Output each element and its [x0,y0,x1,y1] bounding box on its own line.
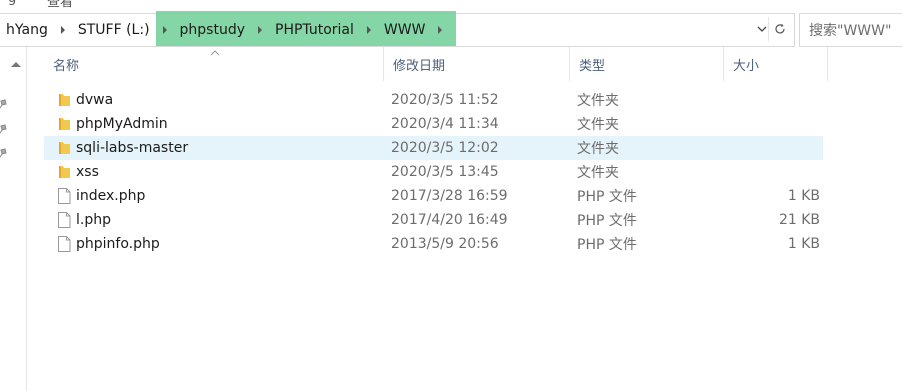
file-name: xss [76,164,99,180]
breadcrumb-item-phpstudy[interactable]: phpstudy [174,22,251,38]
file-row[interactable]: l.php 2017/4/20 16:49 PHP 文件 21 KB [44,208,902,232]
file-date: 2017/4/20 16:49 [391,212,508,228]
file-type: 文件夹 [577,141,619,157]
chevron-down-icon[interactable] [755,19,769,39]
ribbon-fragment: ɡ [8,0,16,6]
file-name-cell: phpinfo.php [56,232,160,256]
breadcrumb-item-www[interactable]: WWW [378,22,432,38]
column-header-size[interactable]: 大小 [724,47,828,81]
column-header-date-label: 修改日期 [393,58,446,74]
folder-icon [56,140,72,156]
file-row[interactable]: phpinfo.php 2013/5/9 20:56 PHP 文件 1 KB [44,232,902,256]
breadcrumb: hYang STUFF (L:) phpstudy PHPTutorial WW… [0,13,449,46]
file-name-cell: dvwa [56,88,113,112]
file-type: PHP 文件 [577,189,637,205]
chevron-right-icon[interactable] [257,25,263,34]
search-input[interactable]: 搜索"WWW" [799,13,902,47]
file-size: 1 KB [787,188,820,204]
folder-icon [56,92,72,108]
file-list: dvwa 2020/3/5 11:52 文件夹 phpMyAdmin 2020/3/4 … [44,88,902,256]
file-icon [56,236,72,252]
refresh-icon[interactable] [768,17,790,41]
file-size [724,112,820,136]
file-type: 文件夹 [577,117,619,133]
column-header-size-label: 大小 [733,58,760,74]
file-type: PHP 文件 [577,213,637,229]
file-name: phpMyAdmin [76,116,168,132]
file-size [724,136,820,160]
file-row[interactable]: dvwa 2020/3/5 11:52 文件夹 [44,88,902,112]
column-header-type[interactable]: 类型 [570,47,724,81]
folder-icon [56,164,72,180]
file-type: PHP 文件 [577,237,637,253]
file-row[interactable]: xss 2020/3/5 13:45 文件夹 [44,160,902,184]
ribbon-fragment: 查看 [47,0,74,10]
file-icon [56,212,72,228]
breadcrumb-item-user[interactable]: hYang [0,22,54,38]
ribbon-sliver: ɡ 查看 [0,0,902,10]
file-name-cell: index.php [56,184,145,208]
file-size: 21 KB [778,212,820,228]
file-name-cell: phpMyAdmin [56,112,168,136]
file-name-cell: sqli-labs-master [56,136,188,160]
pin-icon [0,119,7,134]
file-name-cell: l.php [56,208,111,232]
sort-ascending-icon [210,50,220,56]
file-row[interactable]: phpMyAdmin 2020/3/4 11:34 文件夹 [44,112,902,136]
file-name: sqli-labs-master [76,140,189,156]
column-header-type-label: 类型 [579,58,606,74]
breadcrumb-item-drive[interactable]: STUFF (L:) [72,22,156,38]
column-headers: 名称 修改日期 类型 大小 [44,47,902,81]
pin-icon [0,143,7,158]
column-header-name-label: 名称 [53,58,80,74]
file-row[interactable]: sqli-labs-master 2020/3/5 12:02 文件夹 [44,136,823,160]
pin-icon [0,94,7,109]
file-date: 2017/3/28 16:59 [391,188,508,204]
file-date: 2020/3/4 11:34 [391,116,499,132]
file-size [724,160,820,184]
folder-icon [56,116,72,132]
file-row[interactable]: index.php 2017/3/28 16:59 PHP 文件 1 KB [44,184,902,208]
chevron-right-icon[interactable] [366,25,372,34]
scroll-up-icon[interactable] [11,53,21,67]
file-date: 2020/3/5 12:02 [391,140,499,156]
search-placeholder: 搜索"WWW" [809,23,892,39]
file-name-cell: xss [56,160,99,184]
chevron-right-icon[interactable] [437,25,443,34]
file-name: phpinfo.php [76,236,160,252]
chevron-right-icon[interactable] [60,25,66,34]
file-type: 文件夹 [577,165,619,181]
file-date: 2020/3/5 11:52 [391,92,499,108]
file-name: l.php [76,212,111,228]
file-date: 2013/5/9 20:56 [391,236,499,252]
file-name: dvwa [76,92,114,108]
file-icon [56,188,72,204]
column-header-date[interactable]: 修改日期 [384,47,570,81]
file-size [724,88,820,112]
file-type: 文件夹 [577,93,619,109]
file-name: index.php [76,188,146,204]
breadcrumb-item-phptutorial[interactable]: PHPTutorial [269,22,360,38]
file-date: 2020/3/5 13:45 [391,164,499,180]
chevron-right-icon[interactable] [162,25,168,34]
file-size: 1 KB [787,236,820,252]
